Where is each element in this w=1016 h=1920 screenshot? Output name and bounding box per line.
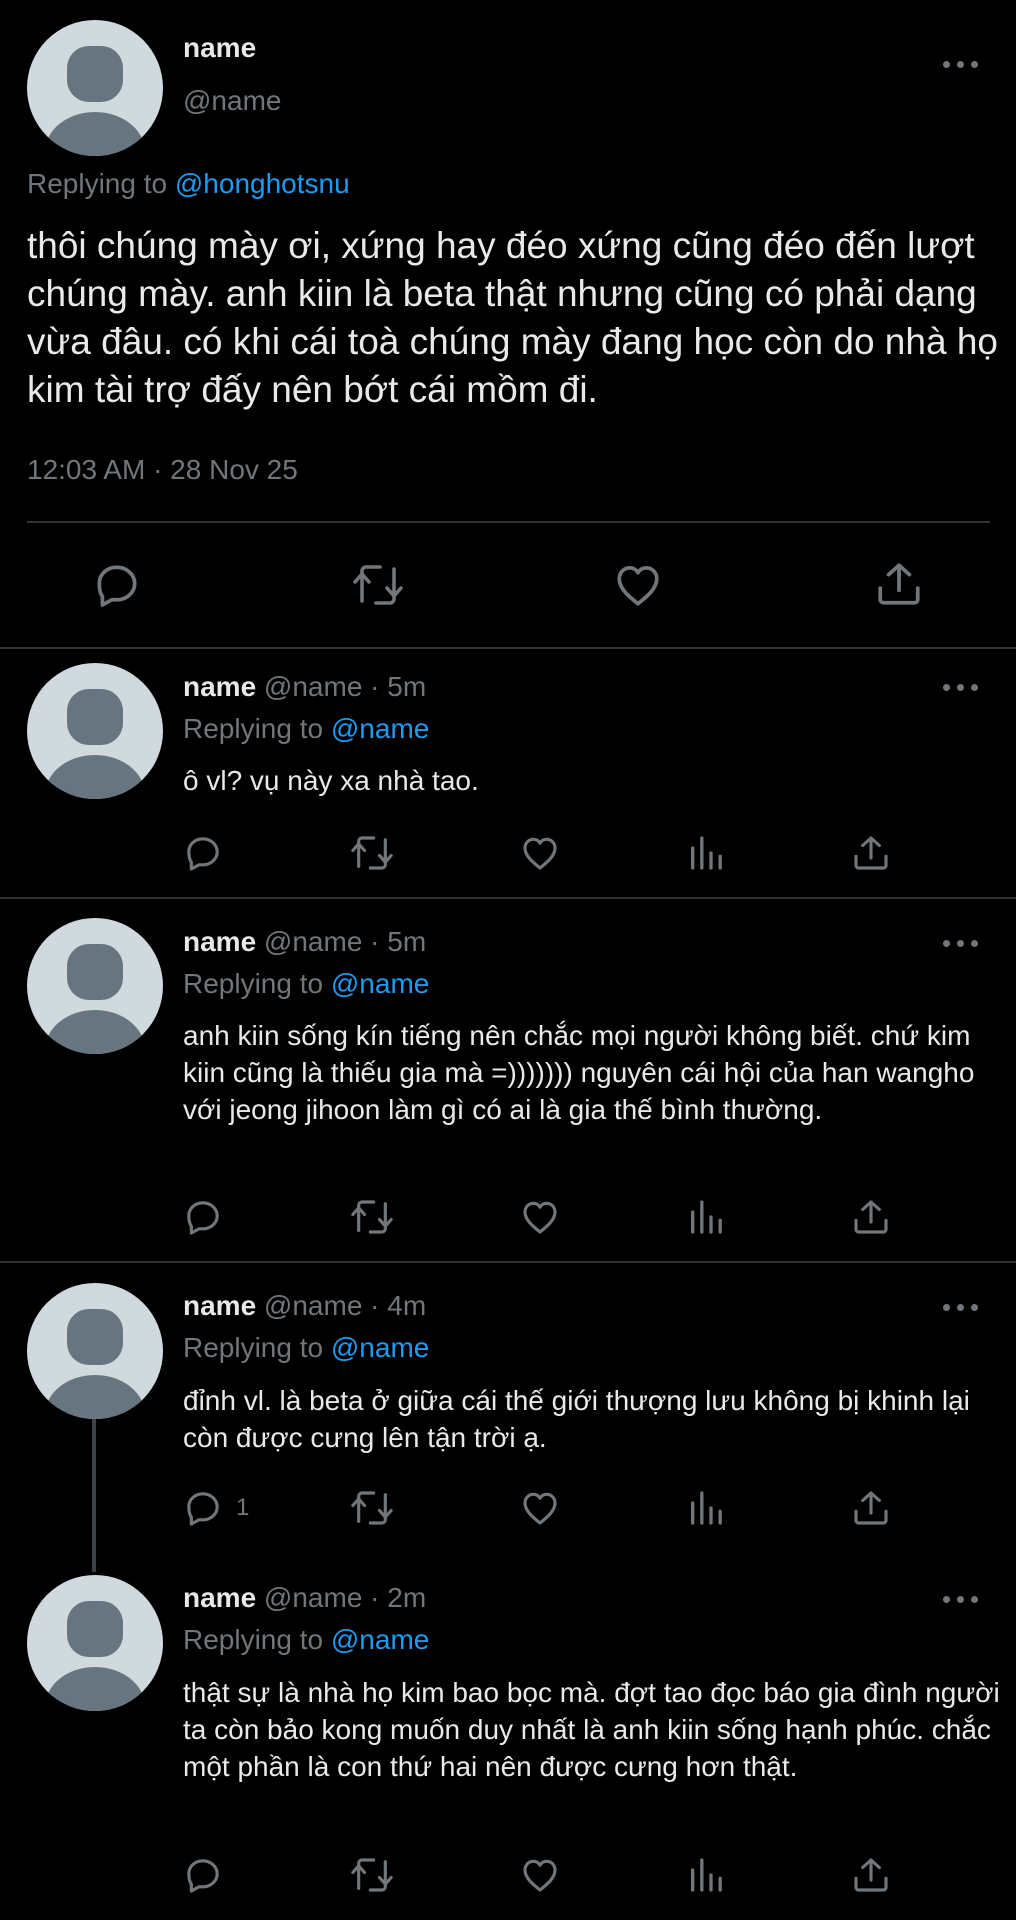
heart-icon[interactable] [519,1197,561,1237]
tweet-text: thôi chúng mày ơi, xứng hay đéo xứng cũn… [27,225,998,410]
author-name[interactable]: name [183,1582,256,1613]
divider [0,1261,1016,1263]
reply-text: ô vl? vụ này xa nhà tao. [183,765,479,796]
reply-text: thật sự là nhà họ kim bao bọc mà. đợt ta… [183,1677,1000,1782]
more-icon[interactable] [943,1301,983,1313]
author-handle-time: @name · 5m [256,926,427,957]
replying-to-label: Replying to [183,713,331,744]
share-icon[interactable] [874,558,924,610]
replying-to-label: Replying to [183,1624,331,1655]
reply-header[interactable]: name @name · 5m [183,671,426,703]
author-handle-time: @name · 4m [256,1290,427,1321]
reply-icon[interactable] [92,560,142,610]
share-icon[interactable] [851,1855,891,1895]
replying-to-mention[interactable]: @name [331,1332,429,1363]
replying-to-label: Replying to [27,168,175,199]
author-name[interactable]: name [183,671,256,702]
replying-to-mention[interactable]: @name [331,713,429,744]
avatar[interactable] [27,663,163,799]
retweet-icon[interactable] [350,833,394,873]
reply-icon[interactable] [183,1488,223,1528]
share-icon[interactable] [851,833,891,873]
avatar[interactable] [27,1283,163,1419]
reply-text: anh kiin sống kín tiếng nên chắc mọi ngư… [183,1020,975,1125]
retweet-icon[interactable] [350,1855,394,1895]
author-handle-time: @name · 5m [256,671,427,702]
reply-text: đỉnh vl. là beta ở giữa cái thế giới thư… [183,1385,970,1453]
avatar[interactable] [27,918,163,1054]
divider [27,521,990,523]
more-icon[interactable] [943,1593,983,1605]
replying-to-line: Replying to @honghotsnu [27,168,350,200]
reply-header[interactable]: name @name · 2m [183,1582,426,1614]
more-icon[interactable] [943,681,983,693]
reply-header[interactable]: name @name · 4m [183,1290,426,1322]
divider [0,647,1016,649]
share-icon[interactable] [851,1197,891,1237]
heart-icon[interactable] [519,1488,561,1528]
replying-to-line: Replying to @name [183,1332,429,1364]
views-icon[interactable] [686,833,726,873]
reply-count: 1 [236,1494,250,1521]
heart-icon[interactable] [612,560,664,610]
heart-icon[interactable] [519,1855,561,1895]
reply-icon[interactable] [183,1197,223,1237]
retweet-icon[interactable] [352,560,404,610]
reply-icon[interactable] [183,1855,223,1895]
replying-to-label: Replying to [183,1332,331,1363]
replying-to-line: Replying to @name [183,713,429,745]
avatar[interactable] [27,20,163,156]
replying-to-mention[interactable]: @name [331,968,429,999]
replying-to-label: Replying to [183,968,331,999]
replying-to-line: Replying to @name [183,968,429,1000]
share-icon[interactable] [851,1488,891,1528]
author-handle[interactable]: @name [183,85,281,117]
retweet-icon[interactable] [350,1488,394,1528]
views-icon[interactable] [686,1197,726,1237]
author-handle-time: @name · 2m [256,1582,427,1613]
replying-to-mention[interactable]: @name [331,1624,429,1655]
replying-to-mention[interactable]: @honghotsnu [175,168,350,199]
reply-header[interactable]: name @name · 5m [183,926,426,958]
author-name[interactable]: name [183,926,256,957]
more-icon[interactable] [943,58,983,70]
reply-icon[interactable] [183,833,223,873]
author-name[interactable]: name [183,1290,256,1321]
heart-icon[interactable] [519,833,561,873]
author-name[interactable]: name [183,32,256,64]
thread-connector [92,1419,96,1572]
replying-to-line: Replying to @name [183,1624,429,1656]
views-icon[interactable] [686,1855,726,1895]
more-icon[interactable] [943,937,983,949]
views-icon[interactable] [686,1488,726,1528]
divider [0,897,1016,899]
avatar[interactable] [27,1575,163,1711]
tweet-timestamp[interactable]: 12:03 AM · 28 Nov 25 [27,454,298,486]
retweet-icon[interactable] [350,1197,394,1237]
